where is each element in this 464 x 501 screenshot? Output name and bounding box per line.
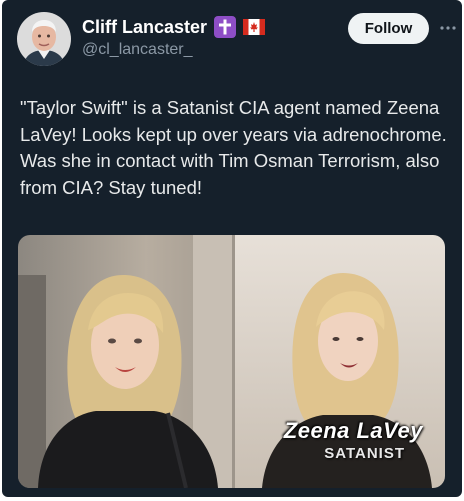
tweet-text: "Taylor Swift" is a Satanist CIA agent n… [20,97,447,198]
avatar[interactable] [17,12,71,66]
caption-subtitle: SATANIST [324,445,405,462]
follow-button[interactable]: Follow [348,13,429,44]
media-image[interactable]: Zeena LaVey SATANIST [18,235,445,488]
tweet-card: Cliff Lancaster @cl_lancaster_ Follow "T… [2,0,462,497]
display-name[interactable]: Cliff Lancaster [82,17,207,38]
media-caption: Zeena LaVey SATANIST [284,418,423,462]
user-handle[interactable]: @cl_lancaster_ [82,41,193,59]
name-row: Cliff Lancaster [82,14,266,40]
latin-cross-icon [214,16,237,38]
canada-flag-icon [243,19,266,35]
caption-name: Zeena LaVey [283,418,423,443]
more-dots-icon[interactable] [438,18,458,38]
